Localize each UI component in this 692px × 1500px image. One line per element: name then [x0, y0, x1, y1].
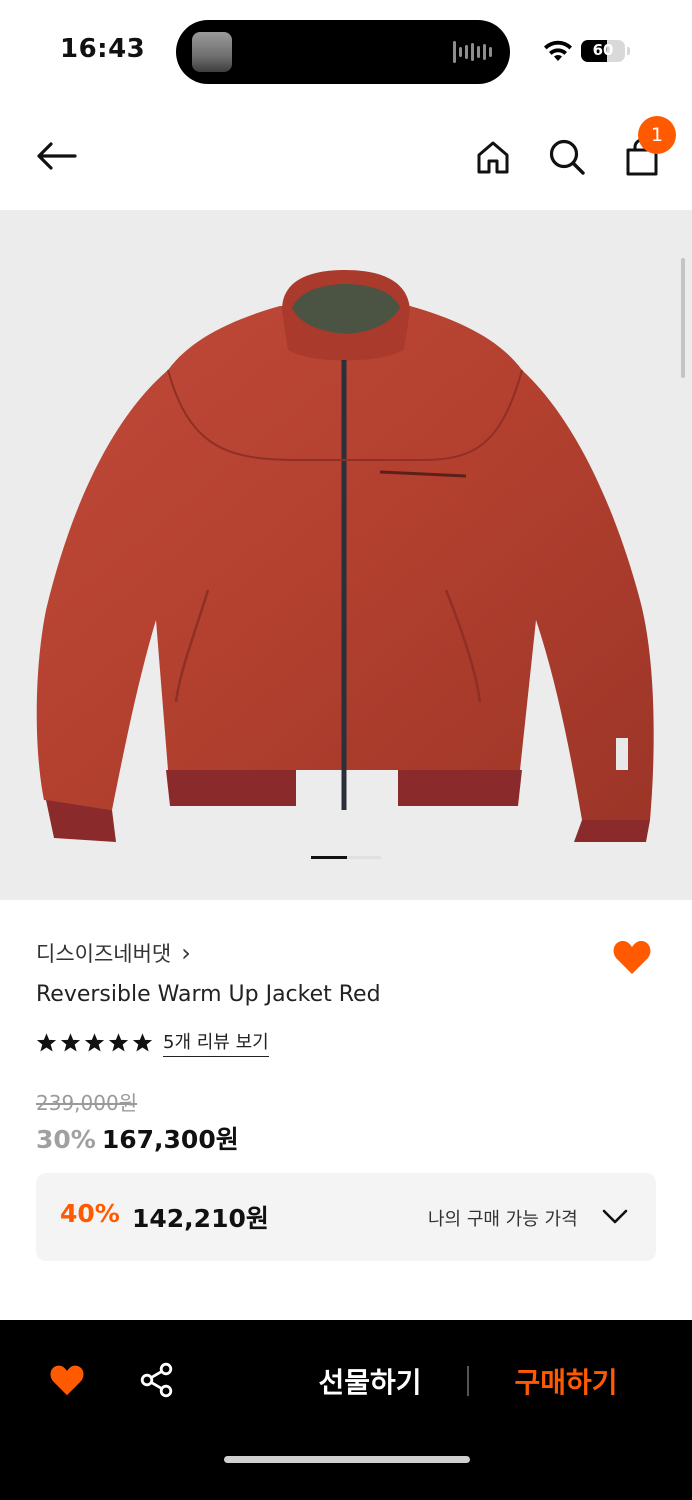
- heart-icon[interactable]: [49, 1363, 85, 1397]
- island-thumbnail: [192, 32, 232, 72]
- battery-level-text: 60: [592, 41, 614, 59]
- star-icon: [84, 1033, 105, 1052]
- image-pager: [311, 856, 381, 859]
- product-title: Reversible Warm Up Jacket Red: [36, 982, 381, 1007]
- sale-price-row: 30% 167,300원: [36, 1120, 239, 1156]
- dynamic-island[interactable]: [176, 20, 510, 84]
- chevron-right-icon: ›: [181, 939, 191, 967]
- my-price-label: 나의 구매 가능 가격: [428, 1209, 578, 1230]
- pager-active-segment: [311, 856, 347, 859]
- product-photo-jacket: [36, 270, 654, 842]
- my-discount-rate: 40%: [60, 1199, 120, 1228]
- my-price-value: 142,210원: [132, 1204, 269, 1233]
- pager-inactive-segment: [347, 856, 381, 859]
- back-arrow-icon: [37, 142, 77, 170]
- sale-price: 167,300원: [101, 1125, 239, 1154]
- bottom-action-bar: 선물하기 구매하기: [0, 1320, 692, 1500]
- chevron-down-icon: [602, 1209, 628, 1224]
- my-price-dropdown[interactable]: 40% 142,210원 나의 구매 가능 가격: [36, 1173, 656, 1261]
- star-icon: [132, 1033, 153, 1052]
- battery-cap: [627, 47, 630, 55]
- rating-stars: [36, 1032, 153, 1053]
- status-bar: 16:43 60: [0, 0, 692, 100]
- status-time: 16:43: [60, 34, 146, 64]
- search-button[interactable]: [546, 136, 588, 178]
- top-navigation: [0, 100, 692, 210]
- rating-row: 5개 리뷰 보기: [36, 1028, 269, 1057]
- brand-link[interactable]: 디스이즈네버댓 ›: [36, 938, 191, 968]
- search-icon: [549, 139, 585, 175]
- star-icon: [36, 1033, 57, 1052]
- buy-button[interactable]: 구매하기: [496, 1360, 636, 1402]
- battery-icon: 60: [581, 40, 625, 62]
- scroll-indicator[interactable]: [681, 258, 685, 378]
- divider: [467, 1366, 469, 1396]
- share-icon[interactable]: [139, 1362, 175, 1398]
- star-icon: [60, 1033, 81, 1052]
- home-indicator[interactable]: [224, 1456, 470, 1463]
- audio-waveform-icon: [453, 40, 492, 64]
- review-link[interactable]: 5개 리뷰 보기: [163, 1028, 269, 1057]
- wifi-icon: [544, 40, 572, 61]
- discount-rate: 30%: [36, 1125, 96, 1154]
- product-image-carousel[interactable]: [0, 210, 692, 900]
- brand-name: 디스이즈네버댓: [36, 942, 172, 966]
- original-price: 239,000원: [36, 1091, 138, 1115]
- home-button[interactable]: [472, 136, 514, 178]
- back-button[interactable]: [34, 138, 78, 174]
- gift-button[interactable]: 선물하기: [300, 1360, 440, 1402]
- star-icon: [108, 1033, 129, 1052]
- wishlist-heart-icon[interactable]: [612, 938, 652, 976]
- home-icon: [477, 141, 509, 174]
- cart-count-badge: 1: [638, 116, 676, 154]
